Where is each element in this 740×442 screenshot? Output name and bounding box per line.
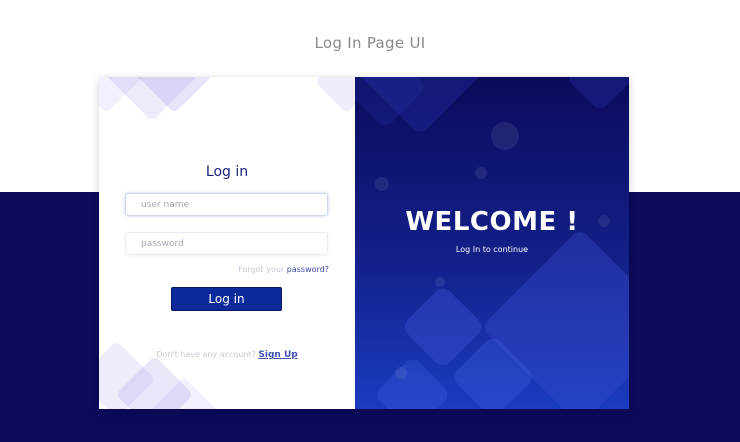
login-form-panel: Log in Forgot your password? Log in Don'… <box>99 77 355 409</box>
username-input[interactable] <box>125 193 328 216</box>
password-input[interactable] <box>125 232 328 255</box>
forgot-password-label: password? <box>286 265 329 274</box>
login-heading: Log in <box>205 164 249 180</box>
welcome-panel: WELCOME ! Log In to continue <box>355 77 629 409</box>
decorative-bubble <box>435 277 445 287</box>
signup-prefix: Don't have any account? <box>156 350 259 359</box>
decorative-bubble <box>475 167 487 179</box>
page-title: Log In Page UI <box>314 34 426 52</box>
signup-link[interactable]: Sign Up <box>258 350 297 360</box>
welcome-subtitle: Log In to continue <box>455 245 529 254</box>
forgot-password-prefix: Forgot your <box>238 265 287 274</box>
decorative-diamond <box>564 77 629 113</box>
login-button[interactable]: Log in <box>171 287 282 311</box>
decorative-bubble <box>395 367 407 379</box>
welcome-heading: WELCOME ! <box>405 207 579 237</box>
login-card: Log in Forgot your password? Log in Don'… <box>99 77 629 409</box>
forgot-password-link[interactable]: Forgot your password? <box>238 265 329 274</box>
decorative-bubble <box>375 177 389 191</box>
decorative-bubble <box>491 122 519 150</box>
signup-prompt: Don't have any account? Sign Up <box>99 350 355 360</box>
decorative-diamond <box>314 77 355 114</box>
